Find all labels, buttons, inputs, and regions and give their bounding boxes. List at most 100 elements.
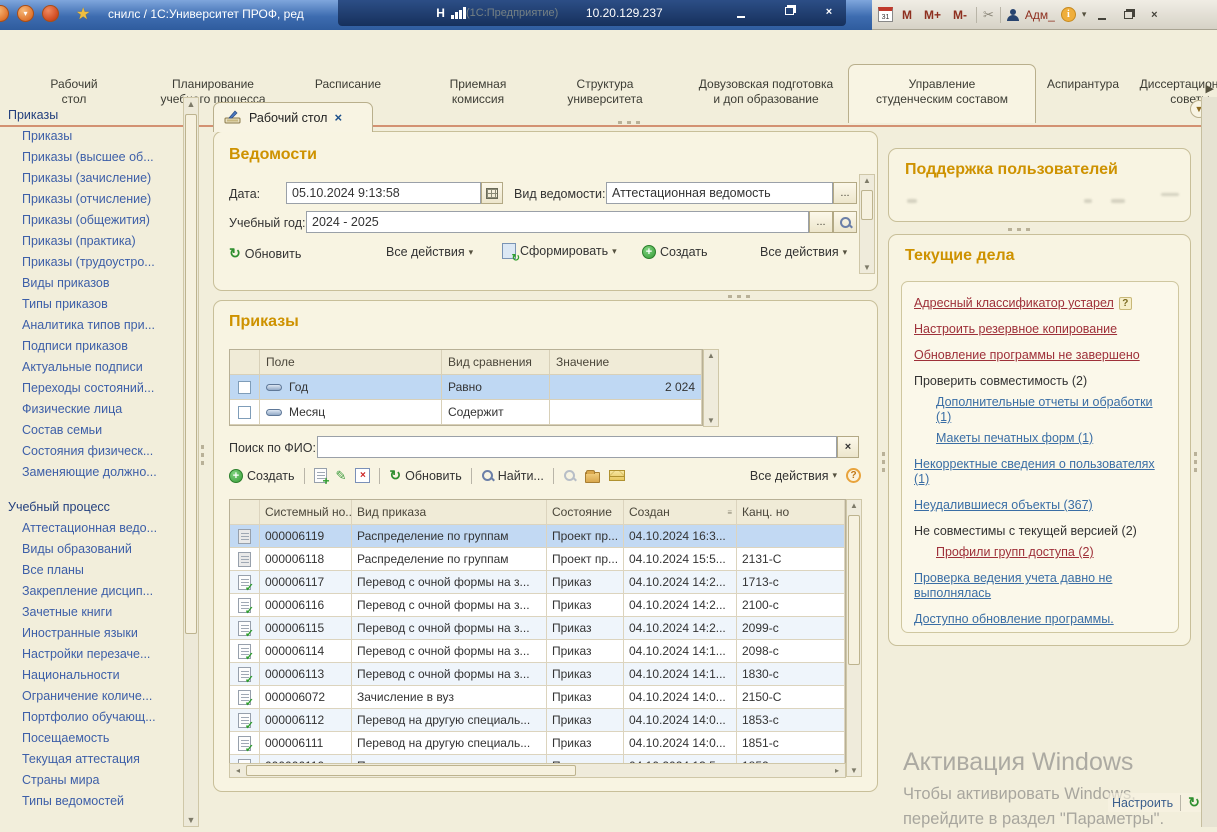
sidebar-item[interactable]: Приказы (общежития) [8, 210, 183, 231]
scroll-down-icon[interactable]: ▼ [704, 416, 718, 425]
scrollbar-thumb[interactable] [246, 765, 576, 776]
help-icon[interactable]: ? [1119, 297, 1132, 310]
todo-link[interactable]: Некорректные сведения о пользователях (1… [914, 457, 1168, 487]
remote-minimize-button[interactable] [730, 7, 752, 19]
remote-restore-button[interactable] [778, 4, 800, 18]
section-tab-4[interactable]: Приемнаякомиссия [422, 68, 534, 127]
scroll-right-icon[interactable]: ▸ [830, 764, 844, 777]
section-tab-8[interactable]: Аспирантура [1040, 68, 1126, 127]
tab-overflow-arrow-icon[interactable]: ▶ [1206, 82, 1214, 95]
date-input[interactable]: 05.10.2024 9:13:58 [286, 182, 481, 204]
edit-pencil-icon[interactable]: ✎ [336, 468, 347, 484]
sidebar-item[interactable]: Состояния физическ... [8, 441, 183, 462]
copy-item-icon[interactable] [314, 468, 327, 483]
sidebar-scrollbar[interactable]: ▲ ▼ [183, 97, 199, 827]
all-actions-button-2[interactable]: Все действия▾ [760, 245, 847, 259]
favorites-star-icon[interactable]: ★ [76, 4, 90, 24]
column-header[interactable]: Создан ≡ [624, 500, 737, 524]
sidebar-item[interactable]: Актуальные подписи [8, 357, 183, 378]
todo-link[interactable]: Обновление программы не завершено [914, 348, 1168, 363]
sidebar-item[interactable]: Типы ведомостей [8, 791, 183, 812]
cancel-search-icon[interactable] [563, 469, 576, 482]
order-row[interactable]: 000006112Перевод на другую специаль...Пр… [230, 709, 845, 732]
sidebar-item[interactable]: Приказы [8, 126, 183, 147]
configure-button[interactable]: Настроить [1112, 796, 1173, 810]
todo-link[interactable]: Профили групп доступа (2) [936, 545, 1168, 560]
scroll-down-icon[interactable]: ▼ [860, 263, 874, 272]
clear-search-button[interactable]: × [837, 436, 859, 458]
scrollbar-thumb[interactable] [861, 190, 873, 220]
sidebar-item[interactable]: Текущая аттестация [8, 749, 183, 770]
window-scrollbar[interactable] [1201, 97, 1217, 827]
info-icon[interactable]: i [1061, 7, 1076, 22]
sidebar-item[interactable]: Переходы состояний... [8, 378, 183, 399]
refresh-button[interactable]: ↻ Обновить [229, 245, 301, 262]
sidebar-item[interactable]: Подписи приказов [8, 336, 183, 357]
mail-icon[interactable] [609, 470, 625, 481]
help-icon[interactable]: ? [846, 468, 861, 483]
todo-link[interactable]: Настроить резервное копирование [914, 322, 1168, 337]
calc-m-minus-button[interactable]: M- [950, 8, 970, 22]
main-menu-button[interactable] [0, 5, 9, 22]
delete-icon[interactable]: × [355, 468, 370, 483]
scroll-up-icon[interactable]: ▲ [847, 501, 861, 510]
sidebar-item[interactable]: Страны мира [8, 770, 183, 791]
sidebar-item[interactable]: Национальности [8, 665, 183, 686]
sidebar-item[interactable]: Все планы [8, 560, 183, 581]
order-row[interactable]: 000006113Перевод с очной формы на з...Пр… [230, 663, 845, 686]
generate-button[interactable]: Сформировать▾ [502, 243, 617, 259]
splitter-grip[interactable] [1194, 452, 1197, 472]
scroll-up-icon[interactable]: ▲ [860, 176, 874, 185]
sidebar-item[interactable]: Ограничение количе... [8, 686, 183, 707]
order-row[interactable]: 000006111Перевод на другую специаль...Пр… [230, 732, 845, 755]
sidebar-item[interactable]: Закрепление дисцип... [8, 581, 183, 602]
remote-close-button[interactable]: × [818, 6, 840, 18]
orders-scrollbar[interactable]: ▲ ▼ [846, 499, 862, 777]
order-row[interactable]: 000006119Распределение по группамПроект … [230, 525, 845, 548]
refresh-icon[interactable]: ↻ [1188, 794, 1200, 811]
create-order-button[interactable]: +Создать [229, 469, 295, 483]
close-tab-icon[interactable]: × [334, 110, 342, 125]
sidebar-item[interactable]: Приказы (отчисление) [8, 189, 183, 210]
todo-link[interactable]: Макеты печатных форм (1) [936, 431, 1168, 446]
year-select-button[interactable]: ... [809, 211, 833, 233]
calendar-icon[interactable]: 31 [878, 7, 893, 22]
vedomosti-scrollbar[interactable]: ▲ ▼ [859, 174, 875, 274]
orders-hscrollbar[interactable]: ◂ ▸ [229, 763, 846, 778]
checkbox[interactable] [238, 381, 251, 394]
calc-m-plus-button[interactable]: M+ [921, 8, 944, 22]
filter-scrollbar[interactable]: ▲ ▼ [703, 349, 719, 427]
sidebar-item[interactable]: Виды приказов [8, 273, 183, 294]
todo-link[interactable]: Доступно обновление программы. [914, 612, 1168, 627]
sidebar-item[interactable]: Виды образований [8, 539, 183, 560]
menu-dropdown-button[interactable]: ▾ [17, 5, 34, 22]
splitter-grip[interactable] [1008, 228, 1030, 231]
current-user-label[interactable]: Адм_ [1025, 8, 1055, 22]
vedomost-type-select-button[interactable]: ... [833, 182, 857, 204]
todo-link[interactable]: Дополнительные отчеты и обработки (1) [936, 395, 1168, 425]
clipboard-icon[interactable]: ✂ [983, 7, 994, 23]
column-header[interactable]: Вид приказа [352, 500, 547, 524]
sidebar-item[interactable]: Посещаемость [8, 728, 183, 749]
checkbox[interactable] [238, 406, 251, 419]
section-tab-5[interactable]: Структурауниверситета [542, 68, 668, 127]
vedomost-type-input[interactable]: Аттестационная ведомость [606, 182, 833, 204]
splitter-grip[interactable] [728, 295, 750, 298]
sidebar-item[interactable]: Настройки перезаче... [8, 644, 183, 665]
sidebar-item[interactable]: Состав семьи [8, 420, 183, 441]
column-header[interactable]: Поле [260, 350, 442, 374]
order-row[interactable]: 000006118Распределение по группамПроект … [230, 548, 845, 571]
column-header[interactable]: Значение [550, 350, 702, 374]
sidebar-item[interactable]: Приказы (практика) [8, 231, 183, 252]
scrollbar-thumb[interactable] [185, 114, 197, 634]
folder-icon[interactable] [585, 472, 600, 483]
search-fio-input[interactable] [317, 436, 837, 458]
order-row[interactable]: 000006114Перевод с очной формы на з...Пр… [230, 640, 845, 663]
calc-m-button[interactable]: M [899, 8, 915, 22]
sidebar-item[interactable]: Аттестационная ведо... [8, 518, 183, 539]
app-button[interactable] [42, 5, 59, 22]
sidebar-item[interactable]: Заменяющие должно... [8, 462, 183, 483]
sidebar-item[interactable]: Аналитика типов при... [8, 315, 183, 336]
splitter-grip[interactable] [882, 452, 885, 472]
scrollbar-thumb[interactable] [848, 515, 860, 665]
